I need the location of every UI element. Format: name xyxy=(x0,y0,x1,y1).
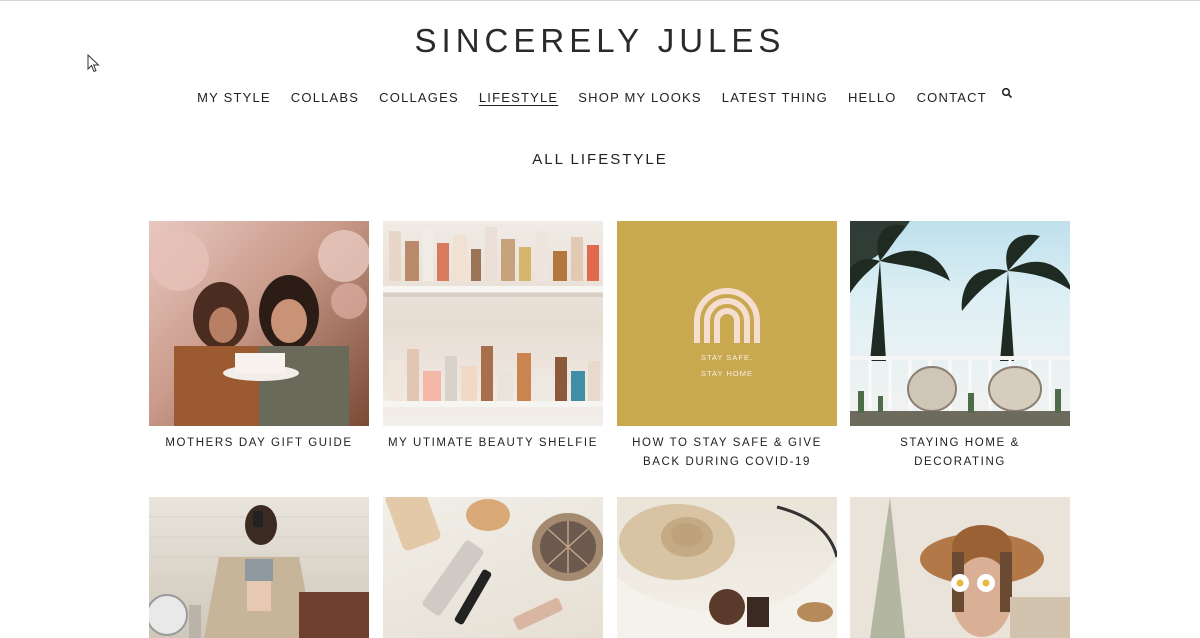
main-nav: MY STYLE COLLABS COLLAGES LIFESTYLE SHOP… xyxy=(0,87,1200,105)
post-image-mothers-day xyxy=(149,230,369,426)
post-card[interactable]: STAYING HOME & DECORATING xyxy=(850,221,1070,472)
post-title[interactable]: MY UTIMATE BEAUTY SHELFIE xyxy=(383,434,603,453)
post-card[interactable]: STAY SAFE. STAY HOME HOW TO STAY SAFE & … xyxy=(617,221,837,472)
post-thumbnail[interactable] xyxy=(149,497,369,638)
stay-safe-line-1: STAY SAFE. xyxy=(701,353,753,362)
post-title[interactable]: MOTHERS DAY GIFT GUIDE xyxy=(149,434,369,453)
nav-item-hello[interactable]: HELLO xyxy=(848,90,897,105)
nav-item-lifestyle[interactable]: LIFESTYLE xyxy=(479,90,558,105)
nav-item-collages[interactable]: COLLAGES xyxy=(379,90,459,105)
post-title[interactable]: HOW TO STAY SAFE & GIVE BACK DURING COVI… xyxy=(617,434,837,472)
post-thumbnail[interactable] xyxy=(850,497,1070,638)
site-logo[interactable]: SINCERELY JULES xyxy=(0,22,1200,60)
nav-item-collabs[interactable]: COLLABS xyxy=(291,90,359,105)
post-image-beauty-shelfie xyxy=(383,227,603,407)
section-title: ALL LIFESTYLE xyxy=(532,151,668,168)
post-thumbnail[interactable] xyxy=(383,221,603,426)
search-icon[interactable] xyxy=(1001,87,1013,99)
post-image-daisies xyxy=(850,497,1070,638)
post-image-stay-safe: STAY SAFE. STAY HOME xyxy=(694,288,760,378)
post-image-mirror-selfie xyxy=(149,505,369,638)
post-thumbnail[interactable] xyxy=(149,221,369,426)
top-divider xyxy=(0,0,1200,1)
post-card[interactable] xyxy=(617,497,837,638)
post-image-straw-hats xyxy=(617,504,837,638)
post-card[interactable] xyxy=(383,497,603,638)
post-card[interactable]: MY UTIMATE BEAUTY SHELFIE xyxy=(383,221,603,453)
post-thumbnail[interactable] xyxy=(383,497,603,638)
nav-item-contact[interactable]: CONTACT xyxy=(917,90,987,105)
nav-item-latest-thing[interactable]: LATEST THING xyxy=(722,90,828,105)
post-thumbnail[interactable] xyxy=(850,221,1070,426)
post-image-makeup-flatlay xyxy=(385,497,603,630)
post-thumbnail[interactable]: STAY SAFE. STAY HOME xyxy=(617,221,837,426)
post-title[interactable]: STAYING HOME & DECORATING xyxy=(850,434,1070,472)
post-thumbnail[interactable] xyxy=(617,497,837,638)
nav-item-shop-my-looks[interactable]: SHOP MY LOOKS xyxy=(578,90,702,105)
post-image-staying-home xyxy=(850,221,1070,426)
nav-item-my-style[interactable]: MY STYLE xyxy=(197,90,271,105)
post-card[interactable] xyxy=(149,497,369,638)
stay-safe-line-2: STAY HOME xyxy=(701,369,753,378)
post-card[interactable] xyxy=(850,497,1070,638)
post-card[interactable]: MOTHERS DAY GIFT GUIDE xyxy=(149,221,369,453)
